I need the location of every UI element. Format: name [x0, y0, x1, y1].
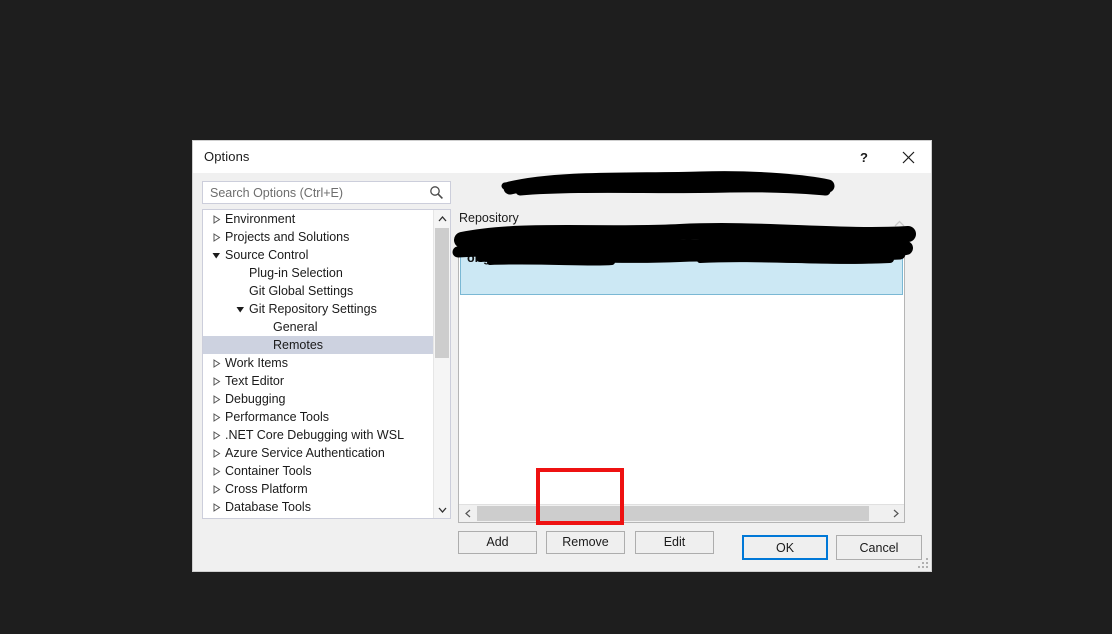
tree-item-performance-tools[interactable]: Performance Tools [203, 408, 433, 426]
tree-item-label: Remotes [273, 338, 324, 352]
triangle-right-icon[interactable] [210, 408, 222, 426]
scroll-right-icon[interactable] [887, 505, 904, 522]
tree-item-general[interactable]: General [203, 318, 433, 336]
scrollbar-thumb[interactable] [477, 506, 869, 521]
dialog-body: Environment Projects and Solutions Source … [193, 173, 933, 573]
triangle-right-icon[interactable] [210, 444, 222, 462]
triangle-right-icon[interactable] [210, 390, 222, 408]
tree-item-label: Plug-in Selection [249, 266, 343, 280]
triangle-right-icon[interactable] [210, 372, 222, 390]
search-box[interactable] [202, 181, 451, 204]
scrollbar-thumb[interactable] [435, 228, 449, 358]
triangle-right-icon[interactable] [210, 210, 222, 228]
triangle-right-icon[interactable] [210, 426, 222, 444]
repository-label: Repository [459, 211, 519, 225]
tree-item-git-global-settings[interactable]: Git Global Settings [203, 282, 433, 300]
ok-button[interactable]: OK [742, 535, 828, 560]
tree-item-work-items[interactable]: Work Items [203, 354, 433, 372]
tree-item-label: Debugging [225, 392, 286, 406]
tree-item-plug-in-selection[interactable]: Plug-in Selection [203, 264, 433, 282]
remotes-list[interactable]: origin [458, 245, 905, 523]
tree-item-environment[interactable]: Environment [203, 210, 433, 228]
scroll-up-icon[interactable] [434, 210, 450, 227]
search-icon [427, 184, 445, 201]
triangle-right-icon[interactable] [210, 498, 222, 516]
pane-scroll-up-icon[interactable] [890, 215, 908, 231]
triangle-right-icon[interactable] [210, 462, 222, 480]
triangle-down-icon[interactable] [210, 246, 222, 264]
scroll-down-icon[interactable] [434, 501, 450, 518]
tree-item-source-control[interactable]: Source Control [203, 246, 433, 264]
resize-grip[interactable] [918, 558, 930, 570]
tree-item-label: Performance Tools [225, 410, 329, 424]
tree-item-label: Cross Platform [225, 482, 308, 496]
options-tree-list: Environment Projects and Solutions Source … [203, 210, 433, 518]
help-icon[interactable]: ? [843, 141, 885, 173]
tree-item-azure-service-authentication[interactable]: Azure Service Authentication [203, 444, 433, 462]
remote-name: origin [467, 251, 502, 265]
tree-item-label: Text Editor [225, 374, 285, 388]
remotes-horizontal-scrollbar[interactable] [459, 504, 904, 522]
tree-item-label: Environment [225, 212, 296, 226]
triangle-down-icon[interactable] [234, 300, 246, 318]
tree-item-label: Work Items [225, 356, 288, 370]
tree-item-label: Container Tools [225, 464, 312, 478]
options-tree[interactable]: Environment Projects and Solutions Source … [202, 209, 451, 519]
tree-item-remotes[interactable]: Remotes [203, 336, 433, 354]
list-item[interactable]: origin [460, 247, 903, 295]
tree-item-net-core-debugging-with-wsl[interactable]: .NET Core Debugging with WSL [203, 426, 433, 444]
search-input[interactable] [203, 182, 425, 203]
tree-item-git-repository-settings[interactable]: Git Repository Settings [203, 300, 433, 318]
tree-item-text-editor[interactable]: Text Editor [203, 372, 433, 390]
triangle-right-icon[interactable] [210, 480, 222, 498]
tree-item-label: Git Global Settings [249, 284, 354, 298]
tree-item-label: .NET Core Debugging with WSL [225, 428, 405, 442]
dialog-title: Options [204, 149, 250, 164]
tree-item-label: Source Control [225, 248, 309, 262]
triangle-right-icon[interactable] [210, 228, 222, 246]
close-icon[interactable] [887, 141, 929, 173]
tree-item-projects-and-solutions[interactable]: Projects and Solutions [203, 228, 433, 246]
tree-item-container-tools[interactable]: Container Tools [203, 462, 433, 480]
scroll-left-icon[interactable] [459, 505, 476, 522]
remove-button[interactable]: Remove [546, 531, 625, 554]
tree-item-debugging[interactable]: Debugging [203, 390, 433, 408]
options-navigation-pane: Environment Projects and Solutions Source … [202, 181, 451, 526]
cancel-button[interactable]: Cancel [836, 535, 922, 560]
tree-item-label: Database Tools [225, 500, 311, 514]
tree-item-cross-platform[interactable]: Cross Platform [203, 480, 433, 498]
screen: Options ? Search Options (Ctrl+E) Enviro… [0, 0, 1112, 634]
tree-item-database-tools[interactable]: Database Tools [203, 498, 433, 516]
add-button[interactable]: Add [458, 531, 537, 554]
triangle-right-icon[interactable] [210, 354, 222, 372]
tree-item-label: Azure Service Authentication [225, 446, 385, 460]
options-dialog: Options ? Search Options (Ctrl+E) Enviro… [192, 140, 932, 572]
remotes-settings-pane: Repository origin Add Remove Edit [458, 181, 908, 571]
edit-button[interactable]: Edit [635, 531, 714, 554]
tree-item-label: General [273, 320, 318, 334]
tree-item-label: Projects and Solutions [225, 230, 350, 244]
tree-vertical-scrollbar[interactable] [433, 210, 450, 518]
dialog-titlebar: Options ? [193, 141, 931, 173]
